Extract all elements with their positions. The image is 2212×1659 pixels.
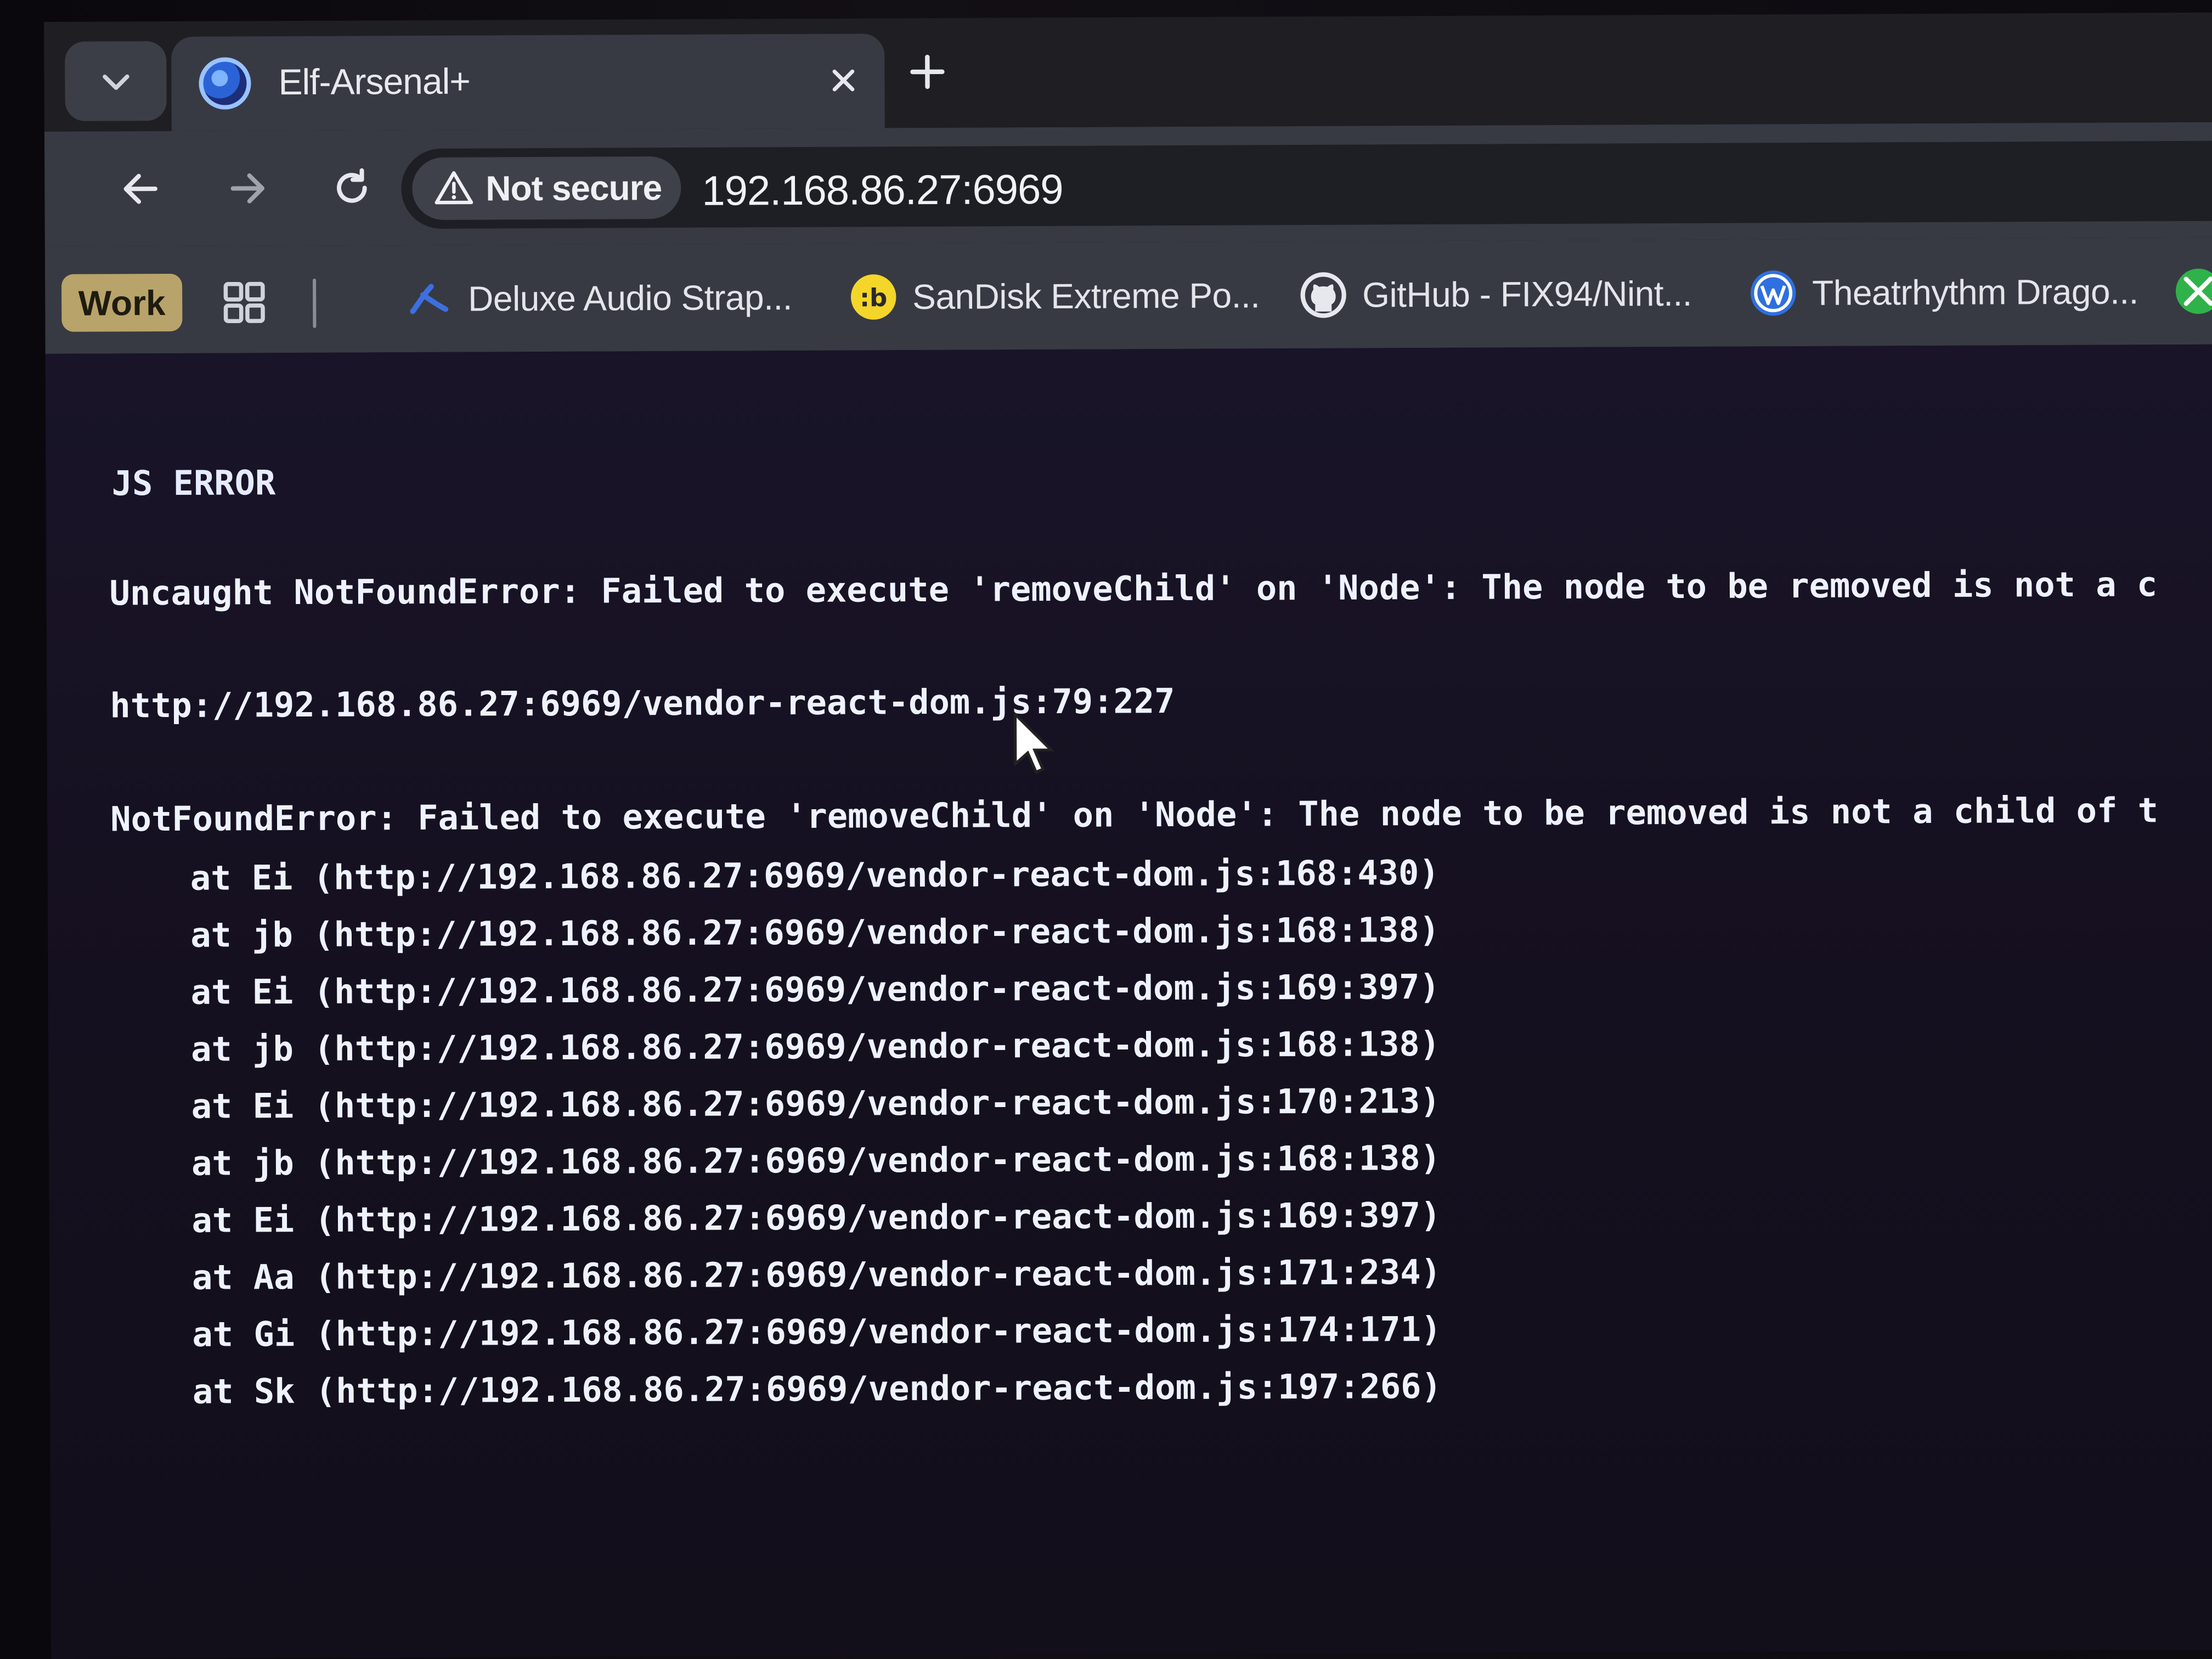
bookmarks-divider bbox=[313, 278, 317, 328]
github-icon bbox=[1299, 270, 1348, 320]
security-label: Not secure bbox=[486, 168, 662, 208]
reload-icon bbox=[337, 168, 367, 203]
bookmark-label: SanDisk Extreme Po... bbox=[912, 275, 1260, 317]
tab-active[interactable]: Elf-Arsenal+ bbox=[171, 33, 885, 131]
stack-frame: at jb (http://192.168.86.27:6969/vendor-… bbox=[190, 909, 1440, 955]
back-button[interactable] bbox=[110, 159, 171, 219]
error-message: Uncaught NotFoundError: Failed to execut… bbox=[109, 564, 2158, 613]
forward-button[interactable] bbox=[217, 158, 278, 218]
stack-frame: at Ei (http://192.168.86.27:6969/vendor-… bbox=[191, 1194, 1441, 1240]
apps-button[interactable] bbox=[219, 278, 269, 327]
tab-title: Elf-Arsenal+ bbox=[278, 60, 470, 103]
stack-frame: at Ei (http://192.168.86.27:6969/vendor-… bbox=[190, 852, 1440, 898]
bookmark-label: GitHub - FIX94/Nint... bbox=[1362, 273, 1692, 315]
stack-frame: at Gi (http://192.168.86.27:6969/vendor-… bbox=[192, 1308, 1442, 1355]
new-tab-button[interactable] bbox=[900, 44, 955, 99]
bookmark-item[interactable]: :b SanDisk Extreme Po... bbox=[849, 262, 1260, 330]
error-heading: JS ERROR bbox=[111, 462, 276, 504]
wordpress-icon bbox=[1748, 268, 1798, 318]
stack-frame: at jb (http://192.168.86.27:6969/vendor-… bbox=[191, 1137, 1441, 1183]
stack-frame: at Aa (http://192.168.86.27:6969/vendor-… bbox=[191, 1251, 1442, 1297]
tab-search-button[interactable] bbox=[65, 41, 167, 121]
arrow-left-icon bbox=[123, 173, 157, 204]
grid-icon bbox=[223, 281, 265, 324]
close-icon bbox=[832, 69, 855, 92]
warning-icon bbox=[435, 171, 473, 205]
svg-text::b: :b bbox=[860, 283, 887, 312]
stack-frame: at Sk (http://192.168.86.27:6969/vendor-… bbox=[192, 1365, 1442, 1412]
plus-icon bbox=[910, 54, 945, 89]
bookmark-item[interactable]: Deluxe Audio Strap... bbox=[404, 264, 792, 332]
security-chip[interactable]: Not secure bbox=[412, 156, 681, 221]
error-line: NotFoundError: Failed to execute 'remove… bbox=[110, 790, 2159, 839]
bookmark-label: Theatrhythm Drago... bbox=[1812, 272, 2139, 313]
tab-favicon-icon bbox=[199, 57, 251, 110]
bookmarks-bar: Work Deluxe Audio Strap... :b SanDisk Ex… bbox=[44, 237, 2212, 354]
reload-button[interactable] bbox=[321, 157, 382, 218]
mouse-cursor-icon bbox=[1013, 711, 1057, 777]
bookmark-label: Deluxe Audio Strap... bbox=[468, 278, 793, 319]
browser-window: Elf-Arsenal+ Not secure 192.168.86.27:69… bbox=[44, 12, 2212, 1659]
url-text[interactable]: 192.168.86.27:6969 bbox=[702, 166, 1063, 215]
chevron-down-icon bbox=[102, 74, 129, 90]
bookmark-group-work[interactable]: Work bbox=[61, 273, 183, 332]
stack-frame: at jb (http://192.168.86.27:6969/vendor-… bbox=[191, 1023, 1441, 1069]
tab-close-button[interactable] bbox=[819, 55, 868, 105]
bookmark-item[interactable]: Theatrhythm Drago... bbox=[1748, 258, 2138, 326]
honey-icon: :b bbox=[849, 272, 898, 321]
stack-frame: at Ei (http://192.168.86.27:6969/vendor-… bbox=[190, 966, 1440, 1012]
xbox-icon bbox=[2174, 267, 2212, 316]
meta-quest-icon bbox=[404, 274, 454, 324]
stack-frame: at Ei (http://192.168.86.27:6969/vendor-… bbox=[191, 1080, 1441, 1126]
stack-trace: at Ei (http://192.168.86.27:6969/vendor-… bbox=[190, 844, 1442, 1420]
tab-strip: Elf-Arsenal+ bbox=[44, 12, 2212, 132]
toolbar: Not secure 192.168.86.27:6969 bbox=[44, 122, 2212, 247]
bookmark-item-partial[interactable] bbox=[2174, 258, 2212, 324]
bookmark-item[interactable]: GitHub - FIX94/Nint... bbox=[1299, 261, 1692, 328]
arrow-right-icon bbox=[230, 173, 264, 204]
address-bar[interactable]: Not secure 192.168.86.27:6969 bbox=[401, 140, 2212, 229]
error-page: JS ERROR Uncaught NotFoundError: Failed … bbox=[45, 344, 2212, 1659]
